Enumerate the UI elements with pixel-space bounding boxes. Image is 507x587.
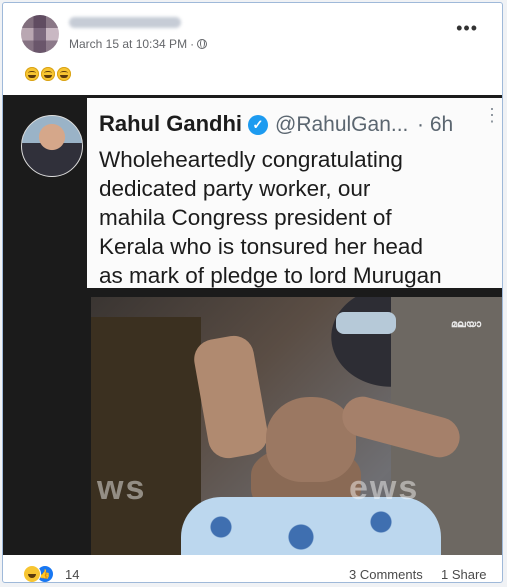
tweet-author-name: Rahul Gandhi — [99, 111, 242, 136]
post-timestamp[interactable]: March 15 at 10:34 PM — [69, 37, 187, 51]
post-footer: 👍 14 3 Comments 1 Share — [3, 559, 502, 582]
grinning-face-icon — [25, 67, 39, 81]
tweet-line: Wholeheartedly congratulating — [99, 147, 403, 172]
post-text-emojis — [25, 67, 71, 81]
reaction-count[interactable]: 14 — [65, 567, 79, 582]
tweet-more-icon: ⋮ — [483, 106, 501, 124]
grinning-face-icon — [57, 67, 71, 81]
tweet-line: mahila Congress president of — [99, 205, 392, 230]
poster-name-redacted[interactable] — [69, 17, 181, 28]
globe-icon — [197, 39, 208, 49]
shares-link[interactable]: 1 Share — [441, 567, 487, 582]
more-options-icon[interactable]: ••• — [456, 19, 478, 37]
photo-arm — [191, 332, 271, 462]
watermark-text: ws — [97, 469, 147, 507]
tweet-body: Wholeheartedly congratulating dedicated … — [99, 145, 499, 290]
photo-face-mask — [336, 312, 396, 334]
channel-logo: മലയാ — [451, 319, 482, 330]
watermark-text: ews — [349, 469, 420, 507]
tweet-time: · 6h — [417, 113, 454, 136]
facebook-post-card: March 15 at 10:34 PM · ••• Rahul Gandhi … — [2, 2, 503, 583]
tweet-line: as mark of pledge to lord Murugan — [99, 263, 442, 288]
news-photo: മലയാ ws ews — [91, 297, 502, 555]
tweet-line: dedicated party worker, our — [99, 176, 371, 201]
comments-link[interactable]: 3 Comments — [349, 567, 423, 582]
post-meta: March 15 at 10:34 PM · — [69, 37, 208, 51]
tweet-author-avatar — [21, 115, 83, 177]
tweet-handle: @RahulGan... — [275, 113, 409, 136]
post-header: March 15 at 10:34 PM · ••• — [3, 3, 502, 65]
poster-avatar[interactable] — [21, 15, 59, 53]
grinning-face-icon — [41, 67, 55, 81]
haha-reaction-icon[interactable] — [23, 565, 41, 582]
meta-separator: · — [190, 37, 195, 51]
verified-badge-icon: ✓ — [248, 115, 268, 135]
tweet-line: Kerala who is tonsured her head — [99, 234, 423, 259]
